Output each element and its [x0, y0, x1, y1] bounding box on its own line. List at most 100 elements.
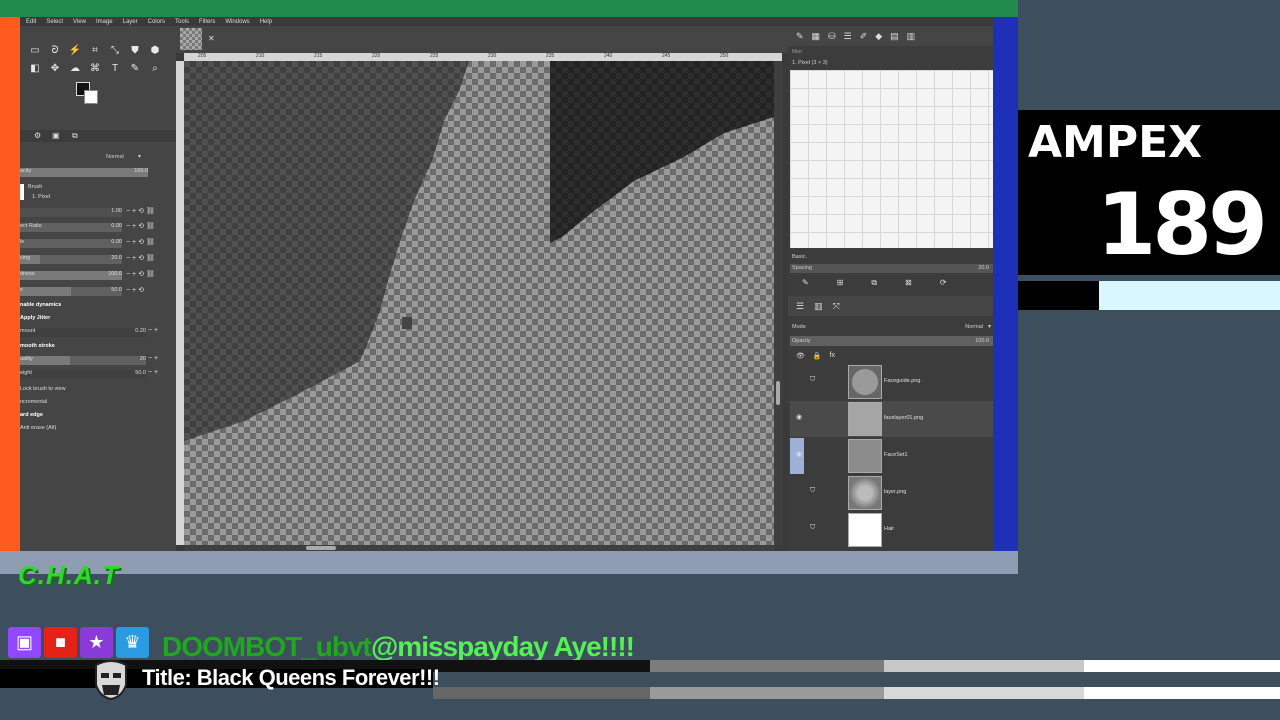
smudge-icon[interactable]: ☁: [68, 62, 82, 76]
edit-brush-icon[interactable]: ✎: [802, 278, 809, 292]
lasso-icon[interactable]: ᘐ: [48, 44, 62, 58]
more-tab-icon[interactable]: ▥: [907, 31, 916, 42]
lock-icon[interactable]: ⛉: [810, 487, 815, 495]
spacing-stepper[interactable]: − + ⟲ ⛓: [126, 254, 155, 262]
lock-icon[interactable]: ⛉: [810, 524, 815, 532]
menu-help[interactable]: Help: [260, 19, 272, 25]
channels-tab-icon[interactable]: ▥: [814, 301, 823, 312]
brush-grid[interactable]: [790, 70, 993, 248]
menu-view[interactable]: View: [73, 19, 86, 25]
image-tab-thumbnail[interactable]: [180, 28, 202, 50]
smooth-stroke-checkbox[interactable]: mooth stroke: [20, 343, 55, 349]
amount-slider[interactable]: mount 0.20: [20, 328, 146, 337]
opacity-slider[interactable]: acity 100.0: [20, 168, 148, 177]
tool-options-tab-icon[interactable]: ⚙: [34, 131, 41, 140]
document-tab-icon[interactable]: ☰: [844, 31, 852, 42]
angle-stepper[interactable]: − + ⟲ ⛓: [126, 238, 155, 246]
zoom-icon[interactable]: ⌕: [148, 62, 162, 76]
layer-row[interactable]: ⛉ Hair: [790, 512, 993, 548]
canvas-horizontal-scrollbar[interactable]: [184, 545, 774, 551]
layer-row[interactable]: ⛉ layer.png: [790, 475, 993, 511]
canvas-vertical-scrollbar[interactable]: [774, 61, 782, 545]
lock-icon[interactable]: ⛉: [810, 376, 815, 384]
layer-row[interactable]: ⛉ Faceguide.png: [790, 364, 993, 400]
paint-icon[interactable]: ⬢: [148, 44, 162, 58]
layer-row[interactable]: ◉ FaceSet1: [790, 438, 993, 474]
brush-tab-icon[interactable]: ✎: [796, 31, 804, 42]
layer-row[interactable]: ◉ facelayer01.png: [790, 401, 993, 437]
eye-icon[interactable]: ◉: [796, 450, 802, 458]
brush-filter-input[interactable]: filter: [792, 49, 802, 55]
spacing-slider[interactable]: cing 20.0: [20, 255, 122, 264]
delete-brush-icon[interactable]: ⊠: [905, 278, 912, 292]
lock-brush-checkbox[interactable]: Lock brush to view: [20, 386, 66, 392]
transform-icon[interactable]: ⤡: [108, 44, 122, 58]
layers-tab-icon[interactable]: ☰: [796, 301, 804, 312]
incremental-checkbox[interactable]: ncremental: [20, 399, 47, 405]
eye-icon[interactable]: ◉: [796, 413, 802, 421]
menu-colors[interactable]: Colors: [148, 19, 165, 25]
paths-tab-icon[interactable]: ⤧: [833, 301, 840, 312]
anti-erase-checkbox[interactable]: Anti erase (Alt): [20, 425, 56, 431]
hardness-slider[interactable]: dness 100.0: [20, 271, 122, 280]
layer-opacity-slider[interactable]: Opacity 100.0: [790, 336, 993, 346]
palette-tab-icon[interactable]: ◆: [875, 31, 882, 42]
fuzzy-select-icon[interactable]: ⚡: [68, 44, 82, 58]
mode-select[interactable]: Normal: [106, 152, 124, 163]
pattern-tab-icon[interactable]: ▦: [812, 31, 821, 42]
overlay-right-panel: [1018, 0, 1280, 720]
menu-filters[interactable]: Filters: [199, 19, 215, 25]
menu-windows[interactable]: Windows: [225, 19, 249, 25]
vertical-scroll-thumb[interactable]: [776, 381, 780, 405]
fx-icon[interactable]: fx: [830, 352, 835, 360]
text-icon[interactable]: T: [108, 62, 122, 76]
brush-preview[interactable]: [20, 184, 24, 200]
brush-name[interactable]: 1. Pixel: [32, 194, 50, 200]
quality-stepper[interactable]: − +: [148, 355, 158, 362]
menu-tools[interactable]: Tools: [175, 19, 189, 25]
crop-icon[interactable]: ⌗: [88, 44, 102, 58]
hard-edge-checkbox[interactable]: ard edge: [20, 412, 43, 418]
move-icon[interactable]: ✥: [48, 62, 62, 76]
pen-tab-icon[interactable]: ✐: [860, 31, 868, 42]
color-picker-icon[interactable]: ✎: [128, 62, 142, 76]
size-slider[interactable]: 1.00: [20, 208, 122, 217]
duplicate-brush-icon[interactable]: ⧉: [871, 278, 877, 292]
force-slider[interactable]: e 50.0: [20, 287, 122, 296]
size-stepper[interactable]: − + ⟲ ⛓: [126, 207, 155, 215]
path-icon[interactable]: ⌘: [88, 62, 102, 76]
close-icon[interactable]: ✕: [208, 34, 215, 43]
eye-icon[interactable]: 👁: [796, 352, 805, 360]
rect-select-icon[interactable]: ▭: [28, 44, 42, 58]
menu-layer[interactable]: Layer: [123, 19, 138, 25]
layer-mode-select[interactable]: Normal: [965, 324, 983, 330]
apply-jitter-checkbox[interactable]: Apply Jitter: [20, 315, 50, 321]
image-canvas[interactable]: [184, 61, 774, 545]
new-brush-icon[interactable]: ⊞: [837, 278, 844, 292]
eraser-icon[interactable]: ◧: [28, 62, 42, 76]
force-stepper[interactable]: − + ⟲: [126, 286, 144, 294]
weight-stepper[interactable]: − +: [148, 369, 158, 376]
aspect-stepper[interactable]: − + ⟲ ⛓: [126, 222, 155, 230]
menu-edit[interactable]: Edit: [26, 19, 36, 25]
horizontal-scroll-thumb[interactable]: [306, 546, 336, 550]
lock-icon[interactable]: 🔒: [813, 352, 822, 360]
gradient-tab-icon[interactable]: ▤: [890, 31, 899, 42]
quality-slider[interactable]: uality 20: [20, 356, 146, 365]
background-color-swatch[interactable]: [84, 90, 98, 104]
amount-stepper[interactable]: − +: [148, 327, 158, 334]
menu-image[interactable]: Image: [96, 19, 113, 25]
bucket-fill-icon[interactable]: ⛊: [128, 44, 142, 58]
brush-spacing-slider[interactable]: Spacing 20.0: [790, 264, 993, 273]
enable-dynamics-checkbox[interactable]: nable dynamics: [20, 302, 61, 308]
font-tab-icon[interactable]: ⛁: [828, 31, 836, 42]
undo-history-tab-icon[interactable]: ⧉: [72, 131, 78, 141]
weight-slider[interactable]: eight 50.0: [20, 370, 146, 379]
hardness-stepper[interactable]: − + ⟲ ⛓: [126, 270, 155, 278]
device-status-tab-icon[interactable]: ▣: [52, 131, 60, 140]
aspect-ratio-slider[interactable]: ect Ratio 0.00: [20, 223, 122, 232]
menu-bar: Edit Select View Image Layer Colors Tool…: [20, 17, 993, 26]
refresh-brushes-icon[interactable]: ⟳: [940, 278, 947, 292]
menu-select[interactable]: Select: [46, 19, 63, 25]
angle-slider[interactable]: le 0.00: [20, 239, 122, 248]
